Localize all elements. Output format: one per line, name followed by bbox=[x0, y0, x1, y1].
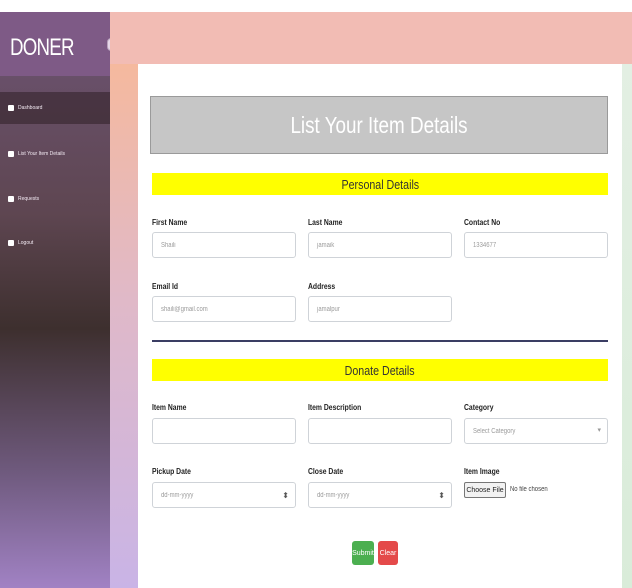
top-bar bbox=[110, 12, 632, 64]
category-label: Category bbox=[464, 403, 494, 412]
file-status-text: No file chosen bbox=[510, 486, 548, 493]
sidebar-item-label: Logout bbox=[18, 240, 34, 246]
last-name-field[interactable]: jamaik bbox=[308, 232, 452, 258]
list-icon bbox=[8, 151, 14, 157]
field-value: shaili@gmail.com bbox=[161, 305, 208, 313]
field-value: jamaik bbox=[317, 241, 335, 249]
item-details-form: List Your Item Details Personal Details … bbox=[138, 64, 622, 588]
item-image-label: Item Image bbox=[464, 467, 500, 476]
first-name-label: First Name bbox=[152, 218, 188, 227]
sidebar: DONER Dashboard List Your Item Details R… bbox=[0, 12, 110, 588]
last-name-label: Last Name bbox=[308, 218, 343, 227]
select-value: Select Category bbox=[473, 427, 516, 435]
field-value: Shaili bbox=[161, 241, 176, 249]
spinner-icon[interactable]: ⬍ bbox=[282, 491, 289, 500]
sidebar-item-requests[interactable]: Requests bbox=[0, 183, 110, 215]
email-field[interactable]: shaili@gmail.com bbox=[152, 296, 296, 322]
category-select[interactable]: Select Category ▾ bbox=[464, 418, 608, 444]
section-divider bbox=[152, 340, 608, 342]
section-heading: Donate Details bbox=[345, 362, 415, 378]
close-date-field[interactable]: dd-mm-yyyy ⬍ bbox=[308, 482, 452, 508]
sidebar-item-label: Dashboard bbox=[18, 105, 43, 111]
pickup-date-field[interactable]: dd-mm-yyyy ⬍ bbox=[152, 482, 296, 508]
personal-details-heading: Personal Details bbox=[152, 173, 608, 195]
pickup-date-label: Pickup Date bbox=[152, 467, 191, 476]
sidebar-item-label: Requests bbox=[18, 196, 40, 202]
page-title: List Your Item Details bbox=[290, 111, 468, 138]
submit-button[interactable]: Submit bbox=[352, 541, 374, 565]
item-name-label: Item Name bbox=[152, 403, 187, 412]
decorative-strip bbox=[622, 64, 632, 588]
contact-label: Contact No bbox=[464, 218, 501, 227]
field-value: 1334677 bbox=[473, 241, 497, 249]
item-description-label: Item Description bbox=[308, 403, 362, 412]
item-name-field[interactable] bbox=[152, 418, 296, 444]
first-name-field[interactable]: Shaili bbox=[152, 232, 296, 258]
sidebar-item-dashboard[interactable]: Dashboard bbox=[0, 92, 110, 124]
brand-header: DONER bbox=[0, 12, 110, 76]
chevron-down-icon: ▾ bbox=[597, 427, 601, 434]
item-description-field[interactable] bbox=[308, 418, 452, 444]
field-value: dd-mm-yyyy bbox=[161, 491, 194, 499]
donate-details-heading: Donate Details bbox=[152, 359, 608, 381]
address-label: Address bbox=[308, 282, 336, 291]
close-date-label: Close Date bbox=[308, 467, 344, 476]
spinner-icon[interactable]: ⬍ bbox=[438, 491, 445, 500]
field-value: dd-mm-yyyy bbox=[317, 491, 350, 499]
decorative-strip bbox=[110, 64, 138, 588]
sidebar-item-list-items[interactable]: List Your Item Details bbox=[0, 138, 110, 170]
choose-file-button[interactable]: Choose File bbox=[464, 482, 506, 498]
sidebar-item-label: List Your Item Details bbox=[18, 151, 65, 157]
sidebar-nav: Dashboard List Your Item Details Request… bbox=[0, 92, 110, 259]
field-value: jamalpur bbox=[317, 305, 340, 313]
contact-field[interactable]: 1334677 bbox=[464, 232, 608, 258]
clear-button[interactable]: Clear bbox=[378, 541, 398, 565]
address-field[interactable]: jamalpur bbox=[308, 296, 452, 322]
email-label: Email Id bbox=[152, 282, 179, 291]
brand-logo[interactable]: DONER bbox=[10, 34, 74, 62]
sidebar-item-logout[interactable]: Logout bbox=[0, 227, 110, 259]
page-title-banner: List Your Item Details bbox=[150, 96, 608, 154]
section-heading: Personal Details bbox=[341, 176, 419, 192]
user-icon bbox=[8, 240, 14, 246]
inbox-icon bbox=[8, 196, 14, 202]
gauge-icon bbox=[8, 105, 14, 111]
